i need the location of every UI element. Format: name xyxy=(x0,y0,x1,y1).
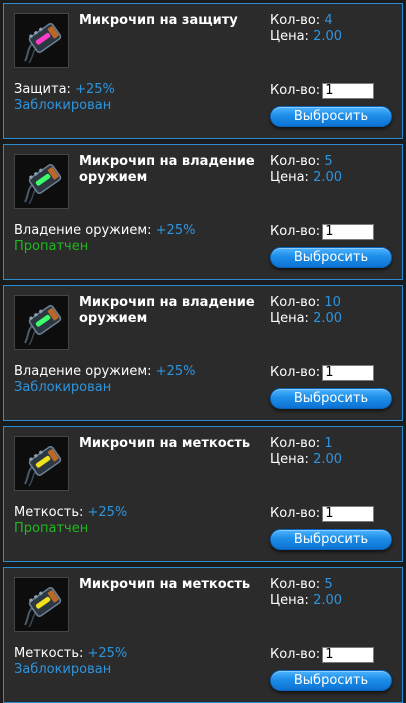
quantity-row: Кол-во: xyxy=(270,364,375,382)
microchip-green-icon xyxy=(15,155,68,208)
item-meta: Кол-во: 5 Цена: 2.00 xyxy=(270,577,342,609)
item-title: Микрочип на владение оружием xyxy=(79,295,255,326)
item-title: Микрочип на владение оружием xyxy=(79,154,255,185)
item-thumbnail[interactable] xyxy=(14,436,69,491)
item-stat: Владение оружием: +25% xyxy=(14,223,195,239)
stat-label: Меткость: xyxy=(14,505,84,520)
quantity-input[interactable] xyxy=(322,82,375,99)
item-card: Микрочип на меткость Кол-во: 5 Цена: 2.00 М… xyxy=(3,567,403,703)
price-value: 2.00 xyxy=(313,170,343,185)
drop-button[interactable]: Выбросить xyxy=(270,670,392,691)
item-thumbnail[interactable] xyxy=(14,295,69,350)
count-value: 5 xyxy=(324,577,333,592)
drop-button[interactable]: Выбросить xyxy=(270,529,392,550)
price-label: Цена: xyxy=(270,593,309,608)
quantity-row: Кол-во: xyxy=(270,646,375,664)
quantity-label: Кол-во: xyxy=(270,224,321,239)
item-title: Микрочип на защиту xyxy=(79,13,238,28)
inventory-list: Микрочип на защиту Кол-во: 4 Цена: 2.00 Защ… xyxy=(0,0,406,703)
count-value: 4 xyxy=(324,13,333,28)
item-card: Микрочип на меткость Кол-во: 1 Цена: 2.00 М… xyxy=(3,426,403,562)
item-title: Микрочип на меткость xyxy=(79,577,251,592)
stat-value: +25% xyxy=(87,505,128,520)
item-stat: Владение оружием: +25% xyxy=(14,364,195,380)
quantity-input[interactable] xyxy=(322,646,375,663)
drop-button[interactable]: Выбросить xyxy=(270,247,392,268)
stat-label: Владение оружием: xyxy=(14,223,152,238)
item-thumbnail[interactable] xyxy=(14,13,69,68)
count-value: 1 xyxy=(324,436,333,451)
item-meta: Кол-во: 10 Цена: 2.00 xyxy=(270,295,342,327)
stat-value: +25% xyxy=(155,223,196,238)
stat-label: Меткость: xyxy=(14,646,84,661)
item-meta: Кол-во: 4 Цена: 2.00 xyxy=(270,13,342,45)
drop-button[interactable]: Выбросить xyxy=(270,388,392,409)
drop-button[interactable]: Выбросить xyxy=(270,106,392,127)
count-value: 10 xyxy=(324,295,341,310)
item-thumbnail[interactable] xyxy=(14,154,69,209)
item-title: Микрочип на меткость xyxy=(79,436,251,451)
microchip-yellow-icon xyxy=(15,578,68,631)
status-text: Пропатчен xyxy=(14,239,89,254)
item-stat: Защита: +25% xyxy=(14,82,115,98)
item-card: Микрочип на владение оружием Кол-во: 10 Це… xyxy=(3,285,403,421)
item-stat: Меткость: +25% xyxy=(14,505,127,521)
quantity-label: Кол-во: xyxy=(270,506,321,521)
item-meta: Кол-во: 1 Цена: 2.00 xyxy=(270,436,342,468)
item-card: Микрочип на защиту Кол-во: 4 Цена: 2.00 Защ… xyxy=(3,3,403,139)
price-label: Цена: xyxy=(270,311,309,326)
item-meta: Кол-во: 5 Цена: 2.00 xyxy=(270,154,342,186)
stat-value: +25% xyxy=(75,82,115,97)
status-text: Пропатчен xyxy=(14,521,89,536)
quantity-row: Кол-во: xyxy=(270,82,375,100)
quantity-label: Кол-во: xyxy=(270,83,321,98)
quantity-row: Кол-во: xyxy=(270,223,375,241)
quantity-input[interactable] xyxy=(322,223,375,240)
price-label: Цена: xyxy=(270,29,309,44)
count-label: Кол-во: xyxy=(270,13,321,28)
price-label: Цена: xyxy=(270,452,309,467)
stat-label: Владение оружием: xyxy=(14,364,152,379)
count-value: 5 xyxy=(324,154,333,169)
price-label: Цена: xyxy=(270,170,309,185)
price-value: 2.00 xyxy=(313,311,343,326)
microchip-pink-icon xyxy=(15,14,68,67)
quantity-row: Кол-во: xyxy=(270,505,375,523)
quantity-label: Кол-во: xyxy=(270,365,321,380)
item-stat: Меткость: +25% xyxy=(14,646,127,662)
price-value: 2.00 xyxy=(313,593,343,608)
count-label: Кол-во: xyxy=(270,154,321,169)
stat-value: +25% xyxy=(155,364,196,379)
price-value: 2.00 xyxy=(313,452,343,467)
status-text: Заблокирован xyxy=(14,380,112,395)
count-label: Кол-во: xyxy=(270,577,321,592)
stat-label: Защита: xyxy=(14,82,71,97)
microchip-green-icon xyxy=(15,296,68,349)
item-thumbnail[interactable] xyxy=(14,577,69,632)
quantity-input[interactable] xyxy=(322,505,375,522)
count-label: Кол-во: xyxy=(270,436,321,451)
count-label: Кол-во: xyxy=(270,295,321,310)
price-value: 2.00 xyxy=(313,29,343,44)
microchip-yellow-icon xyxy=(15,437,68,490)
stat-value: +25% xyxy=(87,646,128,661)
status-text: Заблокирован xyxy=(14,662,112,677)
status-text: Заблокирован xyxy=(14,98,112,113)
item-card: Микрочип на владение оружием Кол-во: 5 Цен… xyxy=(3,144,403,280)
quantity-label: Кол-во: xyxy=(270,647,321,662)
quantity-input[interactable] xyxy=(322,364,375,381)
